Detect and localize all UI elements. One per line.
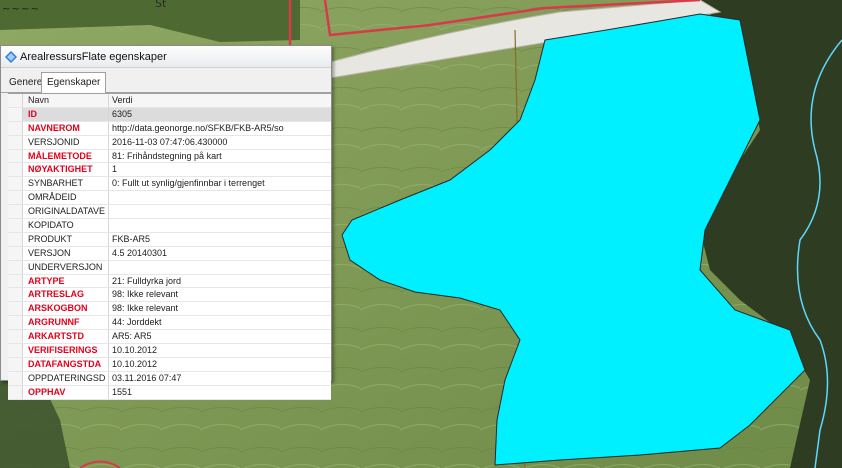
property-value[interactable] (109, 191, 331, 204)
property-value[interactable]: 10.10.2012 (109, 358, 331, 371)
property-value[interactable]: AR5: AR5 (109, 330, 331, 343)
properties-dialog[interactable]: ArealressursFlate egenskaper Generelt Eg… (0, 45, 332, 400)
table-row[interactable]: PRODUKT FKB-AR5 (8, 232, 331, 247)
table-row[interactable]: ARKARTSTD AR5: AR5 (8, 330, 331, 345)
table-row[interactable]: ORIGINALDATAVE (8, 205, 331, 220)
property-name: ARKARTSTD (23, 330, 109, 344)
property-name: OMRÅDEID (23, 191, 109, 205)
row-selector[interactable] (8, 107, 23, 121)
property-name: SYNBARHET (23, 177, 109, 191)
property-name: ARSKOGBON (23, 302, 109, 316)
row-selector[interactable] (8, 330, 23, 344)
map-place-label: St (155, 0, 167, 10)
property-name: ARGRUNNF (23, 316, 109, 330)
table-row[interactable]: ARTYPE 21: Fulldyrka jord (8, 274, 331, 289)
property-name: ARTRESLAG (23, 288, 109, 302)
row-selector[interactable] (8, 288, 23, 302)
property-name: NAVNEROM (23, 121, 109, 135)
row-selector[interactable] (8, 149, 23, 163)
table-row[interactable]: VERSJONID 2016-11-03 07:47:06.430000 (8, 135, 331, 150)
table-row[interactable]: KOPIDATO (8, 219, 331, 233)
row-selector[interactable] (8, 205, 23, 219)
property-value[interactable]: 10.10.2012 (109, 344, 331, 357)
table-row[interactable]: ID 6305 (8, 107, 331, 122)
grid-header: Navn Verdi (8, 94, 331, 108)
dialog-title: ArealressursFlate egenskaper (20, 50, 167, 63)
tab-strip: Generelt Egenskaper (1, 72, 331, 93)
row-selector[interactable] (8, 177, 23, 191)
property-value[interactable]: 03.11.2016 07:47 (109, 372, 331, 385)
property-name: UNDERVERSJON (23, 260, 109, 274)
property-value[interactable]: 6305 (109, 108, 331, 121)
row-selector[interactable] (8, 135, 23, 149)
property-name: NØYAKTIGHET (23, 163, 109, 177)
dialog-titlebar[interactable]: ArealressursFlate egenskaper (1, 46, 331, 68)
property-value[interactable]: 98: Ikke relevant (109, 302, 331, 315)
table-row[interactable]: ARSKOGBON 98: Ikke relevant (8, 302, 331, 317)
property-value[interactable]: 4.5 20140301 (109, 247, 331, 260)
property-value[interactable]: 81: Frihåndstegning på kart (109, 150, 331, 163)
property-value[interactable]: 1 (109, 163, 331, 176)
property-value[interactable]: 1551 (109, 386, 331, 399)
row-selector[interactable] (8, 260, 23, 274)
property-value[interactable]: 98: Ikke relevant (109, 288, 331, 301)
row-selector[interactable] (8, 191, 23, 205)
property-value[interactable]: 44: Jorddekt (109, 316, 331, 329)
table-row[interactable]: OMRÅDEID (8, 191, 331, 206)
table-row[interactable]: ARGRUNNF 44: Jorddekt (8, 316, 331, 331)
table-row[interactable]: ARTRESLAG 98: Ikke relevant (8, 288, 331, 303)
column-header-name[interactable]: Navn (23, 94, 109, 107)
property-name: ID (23, 107, 109, 121)
row-selector[interactable] (8, 219, 23, 232)
column-header-value[interactable]: Verdi (109, 94, 331, 107)
property-value[interactable] (109, 205, 331, 218)
table-row[interactable]: VERIFISERINGS 10.10.2012 (8, 344, 331, 358)
row-selector[interactable] (8, 163, 23, 177)
property-name: VERIFISERINGS (23, 344, 109, 357)
tab-egenskaper[interactable]: Egenskaper (41, 72, 107, 93)
property-name: VERSJON (23, 246, 109, 260)
table-row[interactable]: SYNBARHET 0: Fullt ut synlig/gjenfinnbar … (8, 177, 331, 192)
table-row[interactable]: DATAFANGSTDA 10.10.2012 (8, 357, 331, 372)
row-selector[interactable] (8, 316, 23, 330)
property-value[interactable]: 0: Fullt ut synlig/gjenfinnbar i terreng… (109, 177, 331, 190)
property-name: MÅLEMETODE (23, 149, 109, 163)
property-name: PRODUKT (23, 232, 109, 246)
row-selector[interactable] (8, 371, 23, 385)
table-row[interactable]: UNDERVERSJON (8, 260, 331, 275)
table-row[interactable]: MÅLEMETODE 81: Frihåndstegning på kart (8, 149, 331, 164)
table-row[interactable]: NAVNEROM http://data.geonorge.no/SFKB/FKB… (8, 121, 331, 136)
table-row[interactable]: OPPDATERINGSD 03.11.2016 07:47 (8, 371, 331, 386)
property-name: DATAFANGSTDA (23, 357, 109, 371)
row-selector[interactable] (8, 385, 23, 399)
property-value[interactable]: 21: Fulldyrka jord (109, 275, 331, 288)
map-symbol-label: ~ ~ ~ ~ (2, 4, 39, 15)
property-name: KOPIDATO (23, 219, 109, 232)
table-row[interactable]: VERSJON 4.5 20140301 (8, 246, 331, 261)
table-row[interactable]: NØYAKTIGHET 1 (8, 163, 331, 178)
diamond-icon (5, 50, 17, 63)
property-name: OPPHAV (23, 385, 109, 399)
property-value[interactable] (109, 261, 331, 274)
property-name: OPPDATERINGSD (23, 371, 109, 385)
property-value[interactable] (109, 219, 331, 232)
property-name: ORIGINALDATAVE (23, 205, 109, 219)
row-selector[interactable] (8, 232, 23, 246)
property-name: VERSJONID (23, 135, 109, 149)
row-selector[interactable] (8, 302, 23, 316)
table-row[interactable]: OPPHAV 1551 (8, 385, 331, 400)
property-value[interactable]: http://data.geonorge.no/SFKB/FKB-AR5/so (109, 122, 331, 135)
property-value[interactable]: 2016-11-03 07:47:06.430000 (109, 136, 331, 149)
row-selector[interactable] (8, 121, 23, 135)
property-value[interactable]: FKB-AR5 (109, 233, 331, 246)
row-selector[interactable] (8, 357, 23, 371)
property-name: ARTYPE (23, 274, 109, 288)
row-selector[interactable] (8, 344, 23, 357)
row-selector-header (8, 94, 23, 107)
properties-grid[interactable]: Navn Verdi ID 6305 NAVNEROM http://data.geo… (8, 93, 331, 400)
row-selector[interactable] (8, 274, 23, 288)
row-selector[interactable] (8, 246, 23, 260)
